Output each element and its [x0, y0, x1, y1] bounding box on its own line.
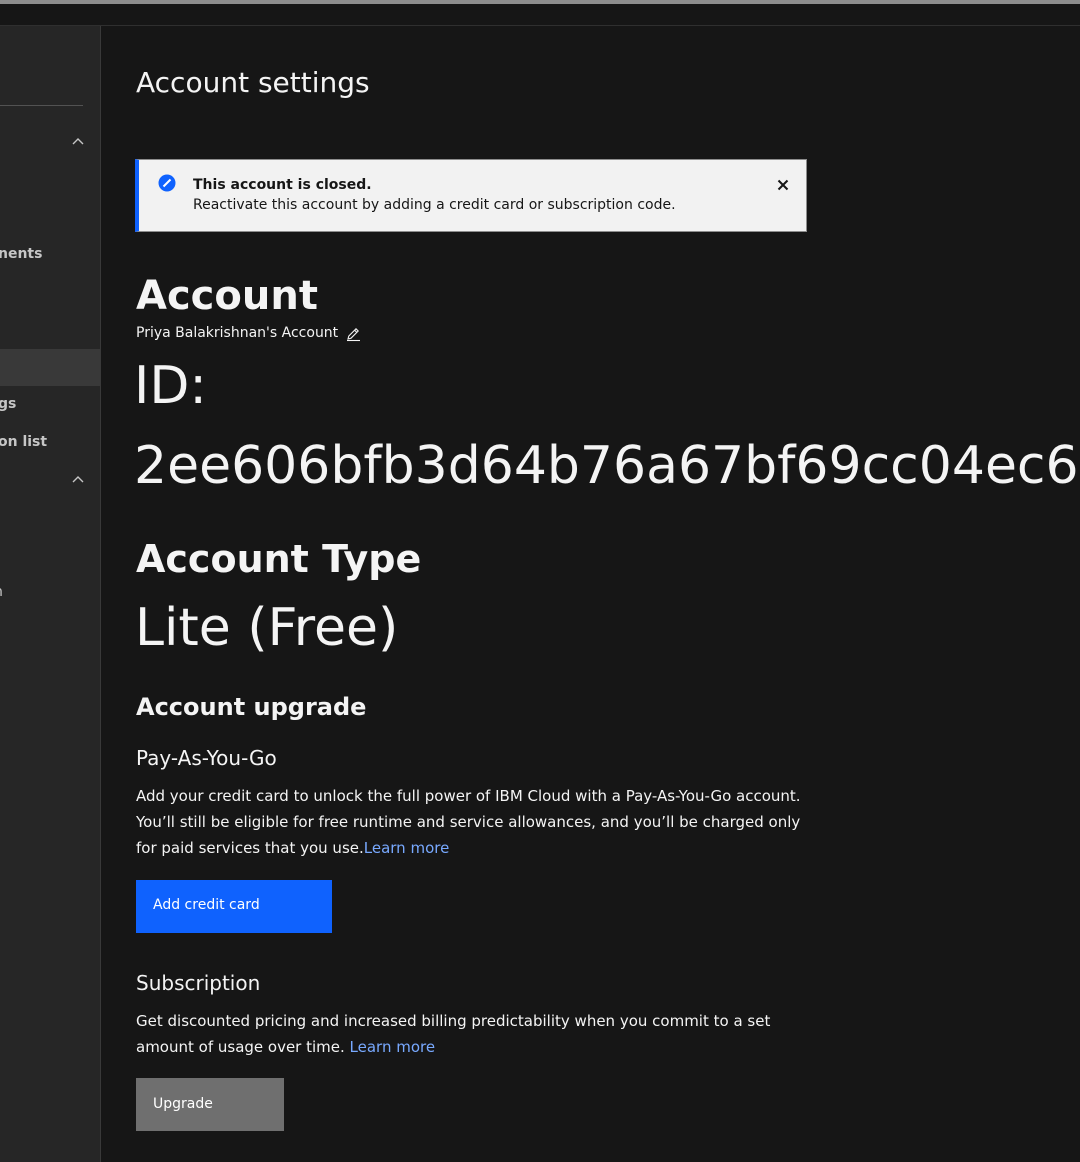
account-id-value: 2ee606bfb3d64b76a67bf69cc04ec6 [134, 436, 1079, 496]
notification-subtitle: Reactivate this account by adding a cred… [193, 197, 676, 213]
payg-text: Add your credit card to unlock the full … [136, 787, 801, 857]
subscription-text: Get discounted pricing and increased bil… [136, 1012, 771, 1056]
chevron-up-icon[interactable] [72, 136, 84, 148]
account-type-heading: Account Type [136, 537, 422, 581]
subscription-description: Get discounted pricing and increased bil… [136, 1008, 808, 1060]
account-upgrade-heading: Account upgrade [136, 693, 367, 721]
edit-pencil-icon[interactable] [345, 326, 361, 342]
account-id-label: ID: [134, 356, 207, 416]
close-icon[interactable] [775, 177, 791, 193]
notification-banner: This account is closed. Reactivate this … [135, 159, 807, 232]
payg-learn-more-link[interactable]: Learn more [364, 839, 450, 857]
notification-title: This account is closed. [193, 177, 372, 193]
chevron-up-icon[interactable] [72, 474, 84, 486]
payg-description: Add your credit card to unlock the full … [136, 783, 808, 861]
sidebar-item-label[interactable]: on list [0, 434, 47, 450]
sidebar-item-label[interactable]: nents [0, 246, 42, 262]
sidebar-item-label[interactable]: n [0, 584, 3, 600]
add-credit-card-button[interactable]: Add credit card [136, 880, 332, 933]
upgrade-button[interactable]: Upgrade [136, 1078, 284, 1131]
info-edit-icon [158, 174, 176, 192]
sidebar-item-label[interactable]: gs [0, 396, 16, 412]
top-bar [0, 0, 1080, 26]
subscription-learn-more-link[interactable]: Learn more [350, 1038, 436, 1056]
subscription-heading: Subscription [136, 971, 261, 995]
sidebar: nents gs on list n [0, 26, 101, 1162]
sidebar-divider [0, 105, 83, 106]
account-type-value: Lite (Free) [135, 598, 399, 658]
account-heading: Account [136, 273, 318, 319]
page-title: Account settings [136, 66, 370, 99]
account-name: Priya Balakrishnan's Account [136, 325, 339, 341]
sidebar-item-active[interactable] [0, 349, 100, 386]
main-content: Account settings This account is closed.… [101, 26, 1080, 1162]
payg-heading: Pay-As-You-Go [136, 746, 277, 770]
